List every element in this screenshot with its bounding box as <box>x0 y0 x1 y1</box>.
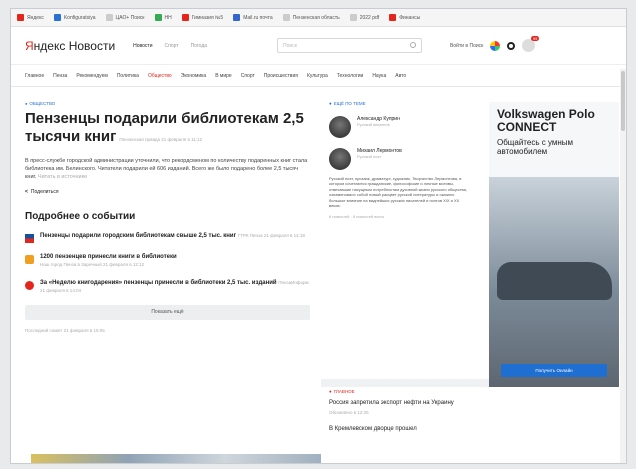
alice-icon[interactable] <box>507 41 516 50</box>
bookmark[interactable]: Mail.ru почта <box>233 14 273 21</box>
story-tag[interactable]: Общество <box>25 101 311 106</box>
related-column: Ещё по теме Александр КупринРусский писа… <box>329 101 479 220</box>
rubric-item[interactable]: Наука <box>372 73 386 79</box>
rubric-nav: Главное Пенза Рекомендуем Политика Общес… <box>11 65 626 87</box>
rubric-item-active[interactable]: Общество <box>148 73 172 79</box>
divider <box>321 379 491 387</box>
story-source: Пензенская правда 21 февраля в 11:12 <box>119 137 203 142</box>
story-image[interactable] <box>31 454 321 463</box>
bookmark[interactable]: Яндекс <box>17 14 44 21</box>
ad-banner[interactable]: Volkswagen Polo CONNECT Общайтесь с умны… <box>489 102 619 387</box>
rubric-item[interactable]: Спорт <box>241 73 255 79</box>
notification-badge: 99 <box>530 36 540 41</box>
login-link[interactable]: Войти в Поиск <box>450 43 483 49</box>
person-card[interactable]: Михаил Лермонтов Русский поэт <box>329 148 479 170</box>
bookmark[interactable]: HH <box>154 14 172 21</box>
read-source-link[interactable]: Читать в источнике <box>38 174 87 180</box>
browser-window: Яндекс Konfiguratsiya ЦАО+ Поиск HH Гимн… <box>10 8 627 464</box>
related-footer[interactable]: 6 новостей · 8 новостей всего <box>329 214 479 219</box>
events-title: Подробнее о событии <box>25 211 136 222</box>
bookmark[interactable]: 2022 pdf <box>349 14 379 21</box>
nav-weather[interactable]: Погода <box>191 43 207 49</box>
nav-sport[interactable]: Спорт <box>165 43 179 49</box>
car-image <box>497 262 612 300</box>
rubric-item[interactable]: Главное <box>25 73 44 79</box>
list-item[interactable]: За «Неделю книгодарения» пензенцы принес… <box>25 279 310 295</box>
header-right: Войти в Поиск 99 <box>450 36 540 52</box>
person-photo <box>329 148 351 170</box>
ad-subtitle: Общайтесь с умным автомобилем <box>497 138 574 156</box>
source-logo-icon <box>25 281 34 290</box>
bookmarks-bar: Яндекс Konfiguratsiya ЦАО+ Поиск HH Гимн… <box>11 9 626 27</box>
rubric-item[interactable]: Политика <box>117 73 139 79</box>
avatar[interactable]: 99 <box>522 36 540 52</box>
source-logo-icon <box>25 234 34 243</box>
story-title[interactable]: Пензенцы подарили библиотекам 2,5 тысячи… <box>25 110 310 149</box>
main-story: Общество Пензенцы подарили библиотекам 2… <box>11 89 311 333</box>
rubric-item[interactable]: Культура <box>307 73 328 79</box>
trending-column: Главное Россия запретила экспорт нефти н… <box>329 389 479 433</box>
ad-brand: Volkswagen Polo CONNECT <box>497 107 595 134</box>
yandex-news-logo[interactable]: Яндекс Новости <box>25 39 115 53</box>
search-icon[interactable] <box>410 42 417 48</box>
last-update: Последний сюжет 21 февраля в 15:05 <box>25 328 105 333</box>
bookmark[interactable]: Пензенская область <box>282 14 340 21</box>
rubric-item[interactable]: Технологии <box>337 73 364 79</box>
person-card[interactable]: Александр Куприн Русский писатель <box>329 116 479 138</box>
show-more-button[interactable]: Показать ещё <box>25 305 310 320</box>
search-input[interactable]: Поиск <box>277 38 423 53</box>
source-logo-icon <box>25 255 34 264</box>
rubric-item[interactable]: Авто <box>395 73 406 79</box>
bookmark[interactable]: Konfiguratsiya <box>53 14 96 21</box>
rubric-item[interactable]: В мире <box>215 73 232 79</box>
services-icon[interactable] <box>490 40 501 51</box>
rubric-item[interactable]: Экономика <box>181 73 206 79</box>
rubric-item[interactable]: Происшествия <box>264 73 298 79</box>
scrollbar-thumb[interactable] <box>621 71 625 131</box>
related-title: Ещё по теме <box>329 101 479 106</box>
bookmark[interactable]: Финансы <box>389 14 420 21</box>
trending-tag: Главное <box>329 389 479 394</box>
bookmark[interactable]: Гимназия №5 <box>181 14 223 21</box>
trending-headline[interactable]: В Кремлевском дворце прошел <box>329 425 479 433</box>
rubric-item[interactable]: Пенза <box>53 73 67 79</box>
rubric-item[interactable]: Рекомендуем <box>76 73 107 79</box>
bookmark[interactable]: ЦАО+ Поиск <box>105 14 145 21</box>
story-lead: В пресс-службе городской администрации у… <box>25 158 308 180</box>
share-button[interactable]: Поделиться <box>25 189 311 195</box>
nav-news[interactable]: Новости <box>133 43 152 49</box>
ad-cta-button[interactable]: Получить Онлайн <box>501 364 607 377</box>
list-item[interactable]: 1200 пензенцев принесли книги в библиоте… <box>25 253 310 269</box>
site-header: Яндекс Новости Новости Спорт Погода Поис… <box>11 27 626 65</box>
trending-date: Обновлено в 12:25 <box>329 410 369 415</box>
person-bio: Русский поэт, прозаик, драматург, художн… <box>329 176 467 209</box>
header-nav: Новости Спорт Погода <box>133 43 207 49</box>
list-item[interactable]: Пензенцы подарили городским библиотекам … <box>25 232 310 243</box>
scrollbar[interactable] <box>620 69 626 463</box>
trending-headline[interactable]: Россия запретила экспорт нефти на Украин… <box>329 399 479 407</box>
person-photo <box>329 116 351 138</box>
